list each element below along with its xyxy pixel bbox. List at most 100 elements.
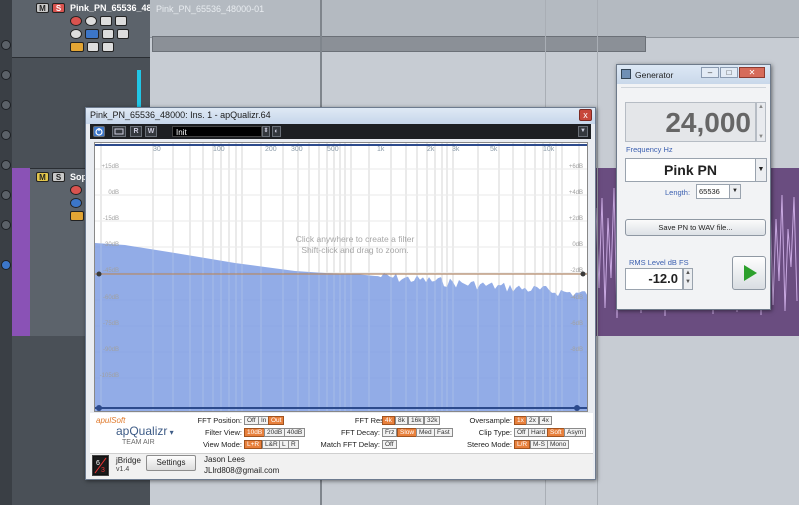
hz-tick-label: 500: [327, 146, 339, 153]
close-button[interactable]: ✕: [739, 67, 765, 78]
divider: [621, 87, 766, 88]
filter-handle-left[interactable]: [96, 271, 102, 277]
fft-res-4k[interactable]: 4k: [382, 416, 395, 425]
read-automation-button[interactable]: R: [130, 126, 142, 137]
stereo-mode-ms[interactable]: M-S: [530, 440, 548, 449]
hz-tick-label: 1k: [377, 146, 385, 153]
eq-graph[interactable]: 30 100 200 300 500 1k 2k 3k 5k 10k +15dB 0dB -15dB -3…: [94, 142, 588, 412]
plugin-titlebar[interactable]: Pink_PN_65536_48000: Ins. 1 - apQualizr.…: [86, 108, 595, 124]
record-arm-button[interactable]: [70, 16, 82, 26]
read-button[interactable]: [100, 16, 112, 26]
range-handle[interactable]: [96, 405, 102, 411]
compare-button[interactable]: [112, 126, 126, 137]
preset-arrows-icon[interactable]: ⇕: [262, 126, 270, 137]
track-1-header[interactable]: M S Pink_PN_65536_48: [12, 0, 152, 58]
plugin-toolbar: R W Init ⇕ ◐ ▼: [90, 124, 591, 139]
tool-button[interactable]: [1, 40, 11, 50]
clip-type-asym[interactable]: Asym: [564, 428, 587, 437]
write-button[interactable]: [115, 16, 127, 26]
match-fft-delay-off[interactable]: Off: [382, 440, 397, 449]
view-mode-l-and-r[interactable]: L&R: [262, 440, 281, 449]
sends-button[interactable]: [117, 29, 129, 39]
fft-res-16k[interactable]: 16k: [408, 416, 425, 425]
fft-decay-frz[interactable]: Frz: [382, 428, 398, 437]
db-tick-label-left: -105dB: [100, 373, 119, 379]
clip-name: Pink_PN_65536_48000-01: [156, 4, 265, 14]
fft-res-8k[interactable]: 8k: [395, 416, 408, 425]
filter-view-40db[interactable]: 40dB: [284, 428, 306, 437]
stereo-mode-mono[interactable]: Mono: [547, 440, 570, 449]
preset-name[interactable]: Init: [172, 126, 262, 137]
inserts-button[interactable]: [102, 29, 114, 39]
fft-decay-slow[interactable]: Slow: [397, 428, 418, 437]
tool-button[interactable]: [1, 260, 11, 270]
fft-position-out[interactable]: Out: [268, 416, 285, 425]
lane-button[interactable]: [85, 29, 99, 39]
stereo-mode-lr[interactable]: L/R: [514, 440, 531, 449]
edit-button[interactable]: [70, 29, 82, 39]
oversample-2x[interactable]: 2x: [526, 416, 539, 425]
tool-button[interactable]: [1, 160, 11, 170]
play-button[interactable]: [732, 256, 766, 290]
view-mode-lr-sum[interactable]: L+R: [244, 440, 263, 449]
mute-button[interactable]: M: [36, 172, 49, 182]
monitor-button[interactable]: [85, 16, 97, 26]
tool-button[interactable]: [1, 130, 11, 140]
generator-window-title: Generator: [635, 70, 674, 80]
product-logo[interactable]: apQualizr ▾: [116, 424, 174, 438]
folder-icon[interactable]: [70, 42, 84, 52]
graph-hint-zoom: Shift-click and drag to zoom.: [301, 245, 409, 255]
eq-graph-svg[interactable]: 30 100 200 300 500 1k 2k 3k 5k 10k +15dB 0dB -15dB -3…: [95, 143, 587, 411]
clip-type-soft[interactable]: Soft: [547, 428, 565, 437]
maximize-button[interactable]: □: [720, 67, 738, 78]
save-pn-button[interactable]: Save PN to WAV file...: [625, 219, 766, 236]
edit-button[interactable]: [70, 198, 82, 208]
fft-decay-fast[interactable]: Fast: [434, 428, 453, 437]
filter-view-20db[interactable]: 20dB: [264, 428, 286, 437]
fft-decay-label: FFT Decay:: [340, 428, 380, 437]
tool-button[interactable]: [1, 220, 11, 230]
rms-level-field[interactable]: -12.0: [625, 268, 683, 290]
clip-type-hard[interactable]: Hard: [528, 428, 549, 437]
folder-icon[interactable]: [70, 211, 84, 221]
mute-button[interactable]: M: [36, 3, 49, 13]
filter-view-10db[interactable]: 10dB: [244, 428, 266, 437]
preset-menu-icon[interactable]: ◐: [272, 126, 281, 137]
oversample-4x[interactable]: 4x: [539, 416, 552, 425]
fft-res-32k[interactable]: 32k: [424, 416, 441, 425]
audio-clip[interactable]: [152, 36, 646, 52]
generator-window[interactable]: Generator – □ ✕ 24,000 ▲ ▼ Frequency Hz …: [616, 64, 771, 310]
chevron-down-icon[interactable]: ▼: [578, 126, 588, 137]
fft-decay-med[interactable]: Med: [416, 428, 435, 437]
rms-level-spinner[interactable]: ▲ ▼: [683, 268, 693, 290]
tool-button[interactable]: [1, 100, 11, 110]
length-select[interactable]: 65536: [696, 184, 730, 199]
chevron-down-icon[interactable]: ▼: [729, 184, 741, 199]
hz-tick-label: 100: [213, 146, 225, 153]
power-icon[interactable]: [93, 126, 105, 137]
lock-icon[interactable]: [87, 42, 99, 52]
clip-type-off[interactable]: Off: [514, 428, 529, 437]
write-automation-button[interactable]: W: [145, 126, 157, 137]
freeze-icon[interactable]: [102, 42, 114, 52]
chevron-down-icon[interactable]: ▼: [755, 158, 767, 182]
range-handle[interactable]: [574, 405, 580, 411]
tool-button[interactable]: [1, 190, 11, 200]
minimize-button[interactable]: –: [701, 67, 719, 78]
record-arm-button[interactable]: [70, 185, 82, 195]
oversample-1x[interactable]: 1x: [514, 416, 527, 425]
jbridge-name: jBridge: [116, 456, 141, 465]
tool-button[interactable]: [1, 70, 11, 80]
db-tick-label-right: -6dB: [570, 321, 583, 327]
frequency-spinner[interactable]: ▲ ▼: [756, 102, 766, 142]
fft-position-off[interactable]: Off: [244, 416, 259, 425]
solo-button[interactable]: S: [52, 172, 65, 182]
generator-titlebar[interactable]: Generator – □ ✕: [617, 65, 770, 84]
view-mode-r[interactable]: R: [288, 440, 299, 449]
solo-button[interactable]: S: [52, 3, 65, 13]
noise-type-select[interactable]: Pink PN: [625, 158, 756, 182]
settings-button[interactable]: Settings: [146, 455, 196, 471]
close-button[interactable]: x: [579, 109, 592, 121]
frequency-field[interactable]: 24,000: [625, 102, 756, 142]
plugin-window[interactable]: Pink_PN_65536_48000: Ins. 1 - apQualizr.…: [85, 107, 596, 480]
